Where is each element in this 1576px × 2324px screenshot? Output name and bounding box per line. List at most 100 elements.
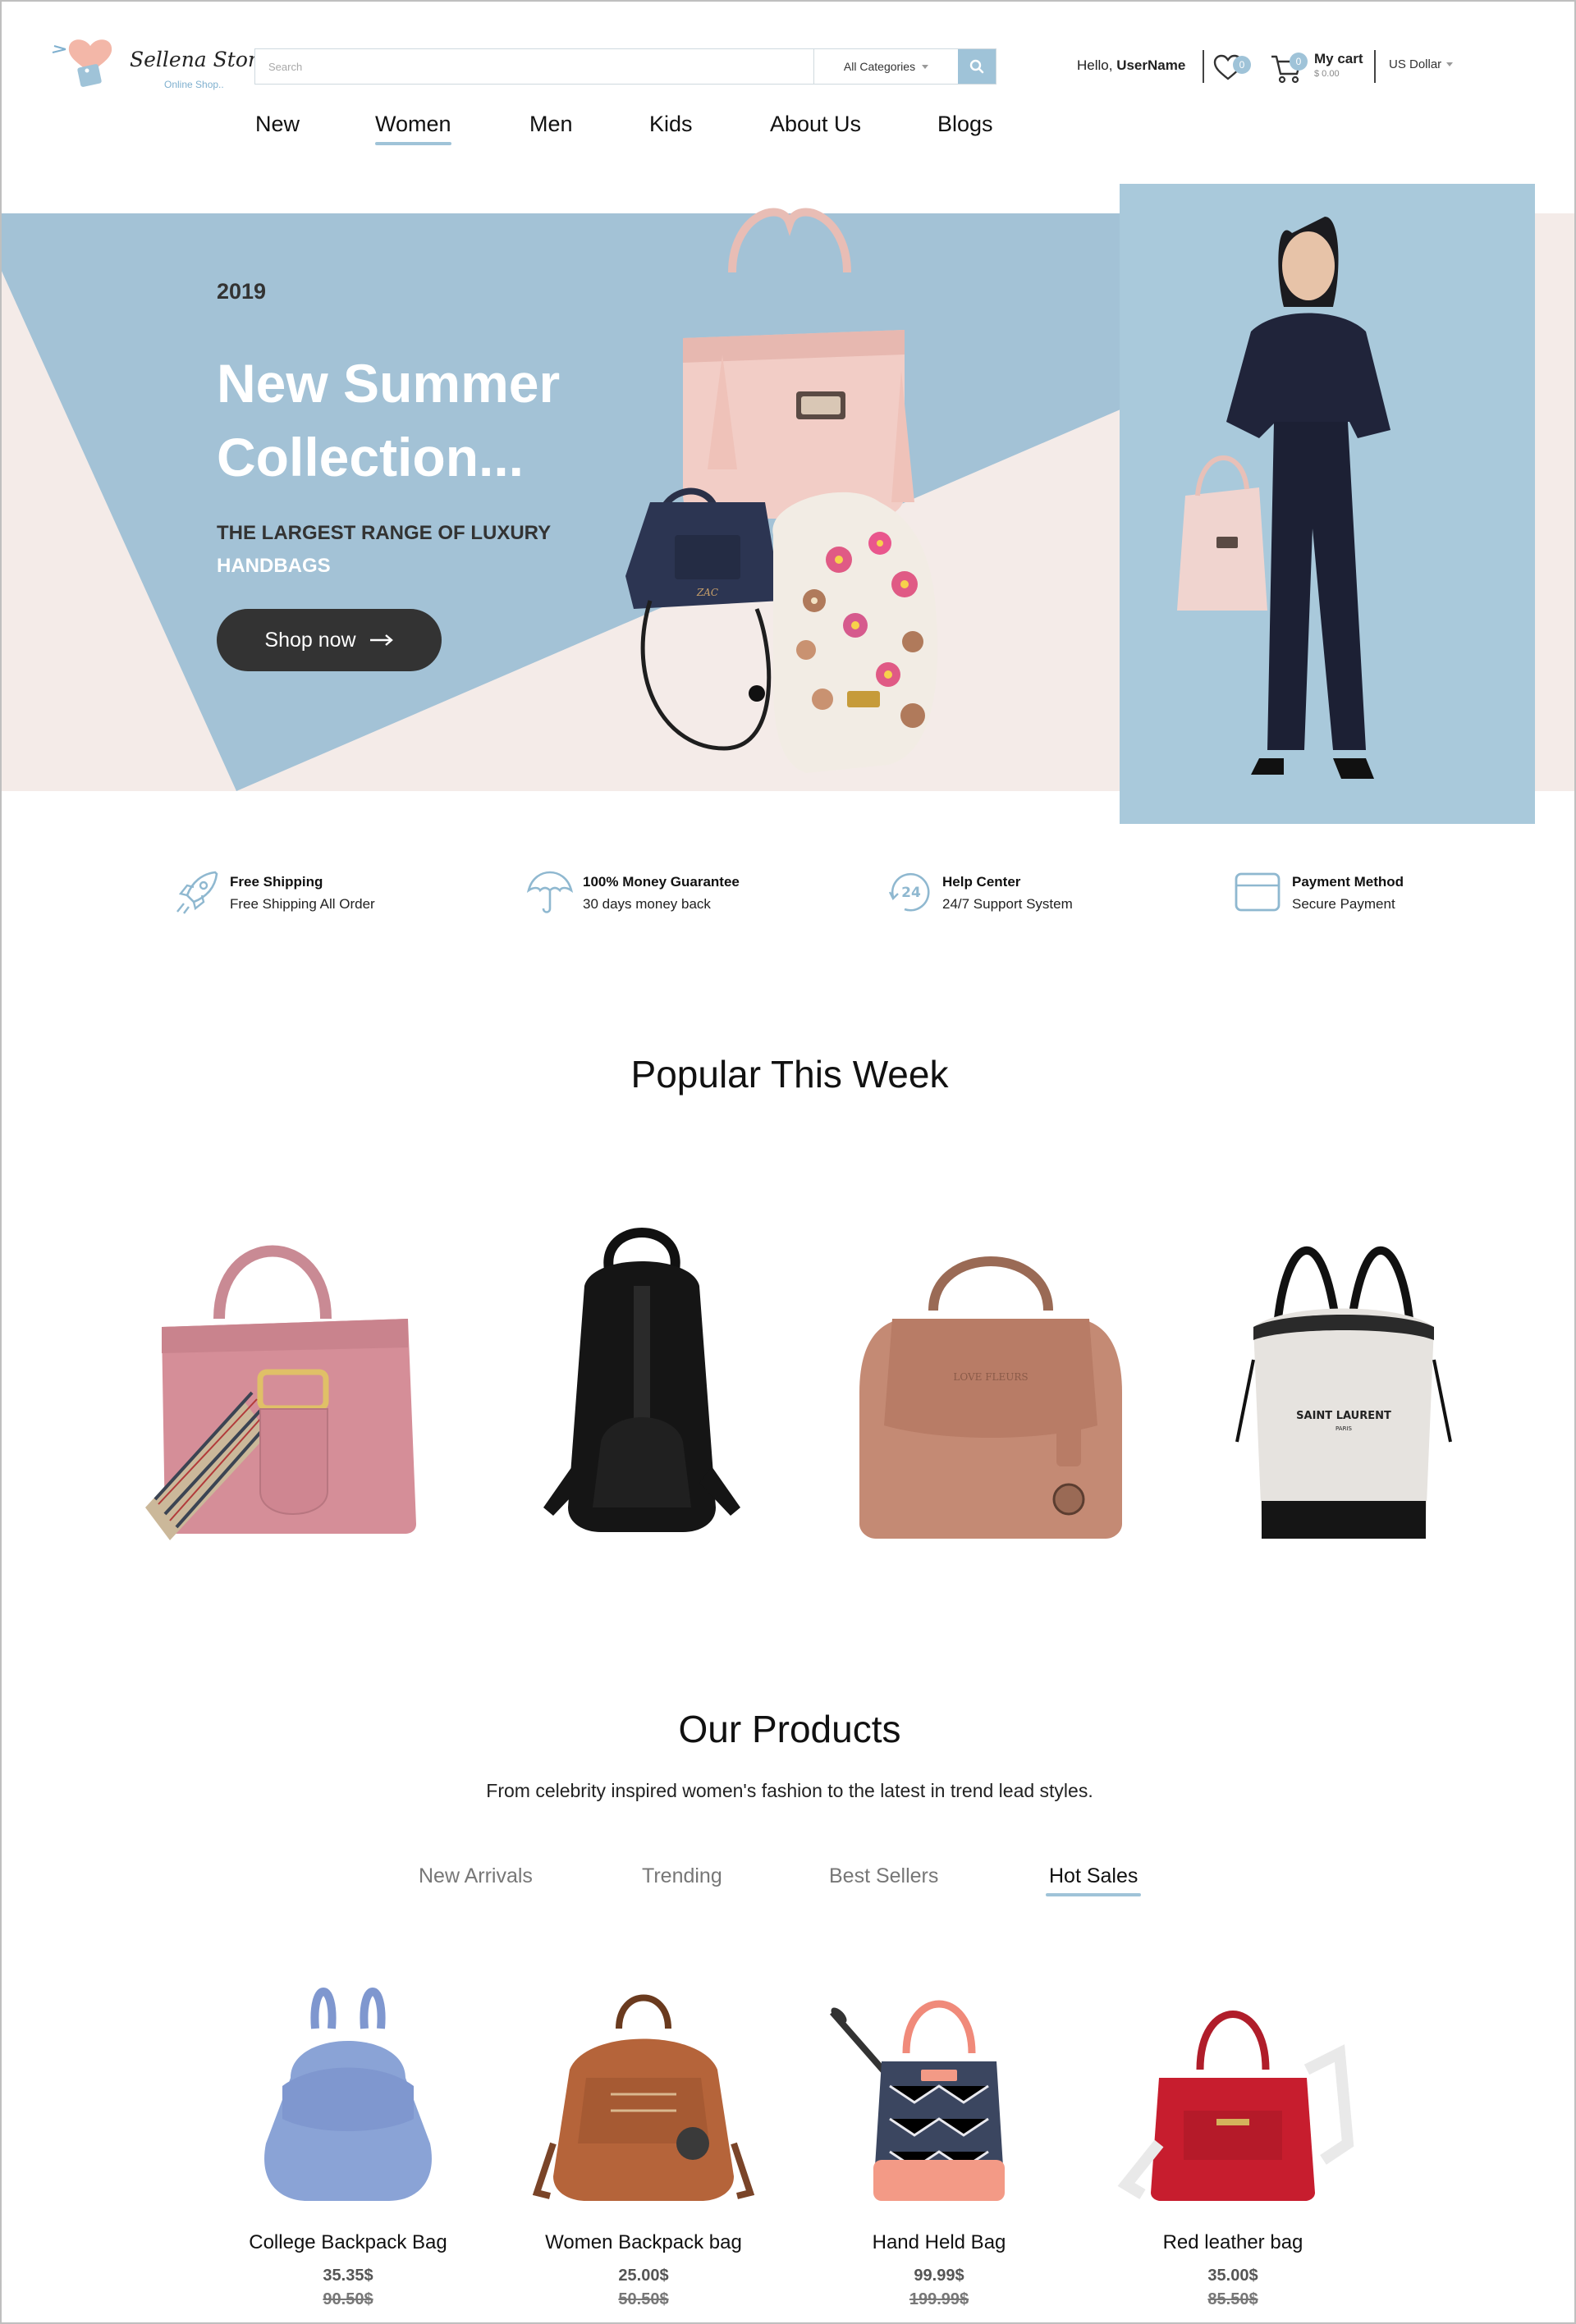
women-backpack-image [532, 1994, 755, 2201]
product-price: 25.00$ [618, 2267, 669, 2285]
product-card[interactable]: Hand Held Bag 99.99$ 199.99$ [816, 1979, 1062, 2322]
pink-tote-bag-image [145, 1245, 416, 1540]
nav-item-blogs[interactable]: Blogs [937, 112, 993, 145]
black-backpack-image [543, 1228, 740, 1532]
product-old-price: 50.50$ [618, 2290, 669, 2308]
feature-subtitle: Secure Payment [1292, 896, 1395, 912]
search-bar: All Categories [254, 48, 996, 85]
canvas-bucket-bag-image: SAINT LAURENT PARIS [1235, 1246, 1452, 1539]
product-tabs: New Arrivals Trending Best Sellers Hot S… [2, 1864, 1574, 1905]
svg-text:24: 24 [901, 885, 921, 901]
svg-text:SAINT LAURENT: SAINT LAURENT [1296, 1410, 1391, 1422]
feature-free-shipping: Free Shipping Free Shipping All Order [172, 867, 419, 917]
product-name: Hand Held Bag [872, 2231, 1006, 2253]
nav-item-new[interactable]: New [255, 112, 300, 145]
feature-subtitle: 30 days money back [583, 896, 711, 912]
store-logo[interactable]: Sellena Store Online Shop.. [49, 34, 270, 100]
popular-item-canvas-bucket[interactable]: SAINT LAURENT PARIS [1196, 1196, 1491, 1557]
shop-now-button[interactable]: Shop now [217, 609, 442, 671]
greeting-text: Hello, [1077, 57, 1113, 73]
tan-satchel-bag-image: LOVE FLEURS [859, 1256, 1122, 1539]
product-old-price: 90.50$ [323, 2290, 373, 2308]
model-image [1120, 184, 1535, 824]
product-price: 35.35$ [323, 2267, 373, 2285]
cart-total: $ 0.00 [1314, 69, 1340, 79]
category-select[interactable]: All Categories [813, 49, 958, 84]
popular-section-title: Popular This Week [630, 1053, 949, 1096]
feature-payment-method: Payment Method Secure Payment [1235, 867, 1481, 917]
umbrella-icon [526, 871, 574, 913]
feature-help-center: 24 Help Center 24/7 Support System [885, 867, 1131, 917]
popular-item-black-backpack[interactable] [494, 1196, 790, 1557]
product-card[interactable]: Women Backpack bag 25.00$ 50.50$ [520, 1979, 767, 2322]
cart-button[interactable]: 0 My cart $ 0.00 [1270, 49, 1377, 85]
hero-subtitle-dark: THE LARGEST RANGE OF LUXURY [217, 522, 552, 544]
logo-tagline: Online Shop.. [164, 79, 224, 90]
product-price: 35.00$ [1207, 2267, 1258, 2285]
user-greeting[interactable]: Hello, UserName [1077, 57, 1185, 74]
feature-subtitle: Free Shipping All Order [230, 896, 375, 912]
arrow-right-icon [369, 634, 393, 646]
hero-subtitle-light: HANDBAGS [217, 555, 331, 577]
hero-banner: ZAC 2019 New Summer Collection... THE LA… [2, 182, 1574, 826]
feature-money-guarantee: 100% Money Guarantee 30 days money back [525, 867, 772, 917]
feature-subtitle: 24/7 Support System [942, 896, 1073, 912]
nav-item-kids[interactable]: Kids [649, 112, 693, 145]
products-section-title: Our Products [678, 1708, 901, 1750]
svg-text:PARIS: PARIS [1335, 1425, 1352, 1432]
chevron-down-icon [922, 64, 929, 69]
svg-text:LOVE FLEURS: LOVE FLEURS [953, 1371, 1028, 1383]
product-price: 99.99$ [914, 2267, 964, 2285]
feature-title: Free Shipping [230, 874, 323, 890]
hand-held-bag-image [829, 2000, 1005, 2201]
wishlist-count-badge: 0 [1233, 56, 1251, 74]
support-24-icon: 24 [888, 872, 930, 912]
product-name: Women Backpack bag [545, 2231, 742, 2253]
currency-value: US Dollar [1389, 57, 1442, 71]
product-old-price: 85.50$ [1207, 2290, 1258, 2308]
hero-model-photo [1120, 184, 1535, 824]
product-card[interactable]: College Backpack Bag 35.35$ 90.50$ [225, 1979, 471, 2322]
chevron-down-icon [1446, 62, 1454, 66]
tab-hot-sales[interactable]: Hot Sales [1045, 1864, 1142, 1896]
tab-trending[interactable]: Trending [642, 1864, 722, 1896]
divider [1203, 50, 1204, 83]
hero-subtitle: THE LARGEST RANGE OF LUXURY HANDBAGS [217, 517, 594, 583]
product-card[interactable]: Red leather bag 35.00$ 85.50$ [1110, 1979, 1356, 2322]
page: Sellena Store Online Shop.. All Categori… [0, 0, 1576, 2324]
hero-year: 2019 [217, 279, 267, 304]
nav-item-men[interactable]: Men [529, 112, 573, 145]
nav-item-about-us[interactable]: About Us [770, 112, 861, 145]
svg-text:ZAC: ZAC [696, 587, 718, 598]
wishlist-button[interactable]: 0 [1213, 51, 1254, 84]
college-backpack-image [264, 1988, 432, 2201]
credit-card-icon [1235, 872, 1280, 912]
divider [1374, 50, 1376, 83]
hero-handbags-image: ZAC [625, 208, 937, 773]
rocket-icon [176, 871, 218, 914]
feature-title: Payment Method [1292, 874, 1404, 890]
tab-best-sellers[interactable]: Best Sellers [829, 1864, 938, 1896]
nav-item-women[interactable]: Women [375, 112, 451, 145]
currency-select[interactable]: US Dollar [1389, 57, 1454, 71]
products-section-subtitle: From celebrity inspired women's fashion … [486, 1780, 1093, 1801]
product-old-price: 199.99$ [909, 2290, 969, 2308]
logo-name: Sellena Store [130, 48, 270, 71]
tab-new-arrivals[interactable]: New Arrivals [419, 1864, 533, 1896]
cart-count-badge: 0 [1290, 53, 1308, 71]
feature-title: 100% Money Guarantee [583, 874, 740, 890]
popular-item-pink-tote[interactable] [137, 1196, 433, 1557]
username: UserName [1116, 57, 1186, 73]
main-nav: New Women Men Kids About Us Blogs [2, 112, 1574, 153]
popular-item-tan-satchel[interactable]: LOVE FLEURS [843, 1196, 1138, 1557]
search-icon [969, 59, 984, 74]
logo-heart-tag-icon [52, 39, 112, 87]
product-name: Red leather bag [1162, 2231, 1303, 2253]
feature-title: Help Center [942, 874, 1021, 890]
red-leather-bag-image [1117, 2011, 1354, 2201]
search-input[interactable] [255, 49, 813, 84]
search-button[interactable] [958, 49, 996, 84]
hero-title: New Summer Collection... [217, 353, 561, 487]
cart-label: My cart [1314, 51, 1363, 66]
shop-now-label: Shop now [264, 628, 356, 652]
